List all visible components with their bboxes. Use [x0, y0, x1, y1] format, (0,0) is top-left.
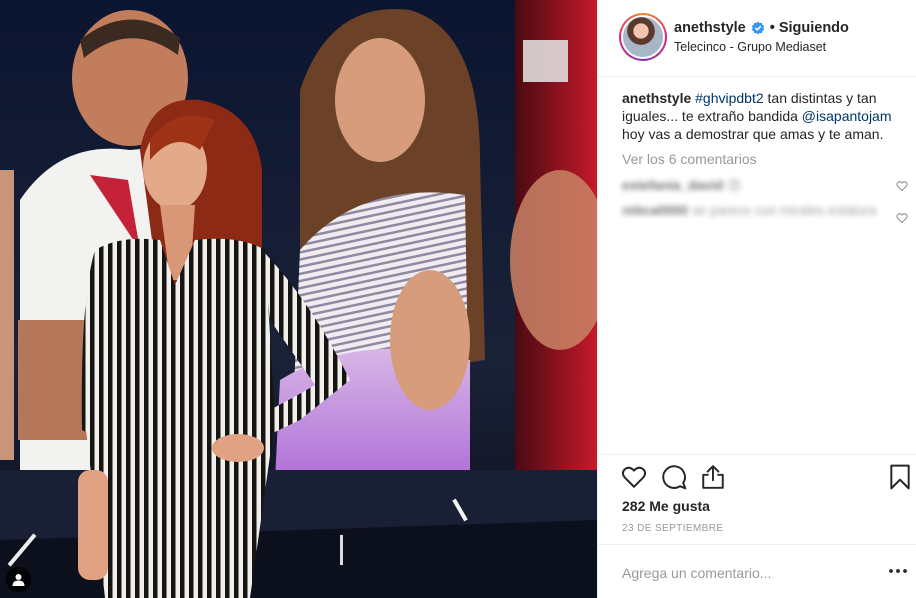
post-photo[interactable]	[0, 0, 597, 598]
following-button[interactable]: Siguiendo	[779, 20, 849, 36]
comment-username[interactable]: estefania_david	[622, 178, 723, 193]
post-header: anethstyle • Siguiendo Telecinco - Grupo…	[598, 0, 916, 77]
view-all-comments-link[interactable]: Ver los 6 comentarios	[622, 151, 757, 167]
user-tag-icon[interactable]	[6, 567, 31, 592]
caption-text-2: hoy vas a demostrar que amas y te aman.	[622, 126, 884, 142]
comment-text: 😍	[727, 178, 742, 193]
comment-username[interactable]: rebca0000	[622, 203, 688, 218]
avatar[interactable]	[619, 13, 667, 61]
comment-like-heart-icon[interactable]	[896, 212, 908, 224]
hashtag-link[interactable]: #ghvipdbt2	[695, 90, 764, 106]
comment-bubble-icon[interactable]	[661, 464, 687, 490]
location-link[interactable]: Telecinco - Grupo Mediaset	[674, 40, 826, 54]
more-options-icon[interactable]	[888, 565, 908, 577]
photo-image	[0, 0, 597, 598]
comment-like-heart-icon[interactable]	[896, 180, 908, 192]
mention-link[interactable]: @isapantojam	[802, 108, 892, 124]
comment-item: rebca0000 se parece con mirales estatura	[622, 202, 882, 220]
verified-badge-icon	[751, 21, 765, 35]
comment-text: se parece con mirales estatura	[691, 203, 877, 218]
comment-input[interactable]	[622, 562, 862, 584]
caption-username[interactable]: anethstyle	[622, 90, 691, 106]
post-caption: anethstyle #ghvipdbt2 tan distintas y ta…	[622, 89, 907, 143]
share-icon[interactable]	[700, 464, 726, 490]
actions-divider	[598, 454, 916, 455]
header-user-row: anethstyle • Siguiendo	[674, 20, 849, 36]
add-comment-section	[598, 544, 916, 598]
separator-dot: •	[769, 20, 775, 36]
comment-item: estefania_david 😍	[622, 177, 882, 195]
post-date: 23 DE SEPTIEMBRE	[622, 523, 724, 534]
likes-count[interactable]: 282 Me gusta	[622, 498, 710, 514]
bookmark-icon[interactable]	[887, 464, 913, 490]
heart-icon[interactable]	[621, 464, 647, 490]
username-link[interactable]: anethstyle	[674, 20, 746, 36]
post-details-panel: anethstyle • Siguiendo Telecinco - Grupo…	[597, 0, 916, 598]
